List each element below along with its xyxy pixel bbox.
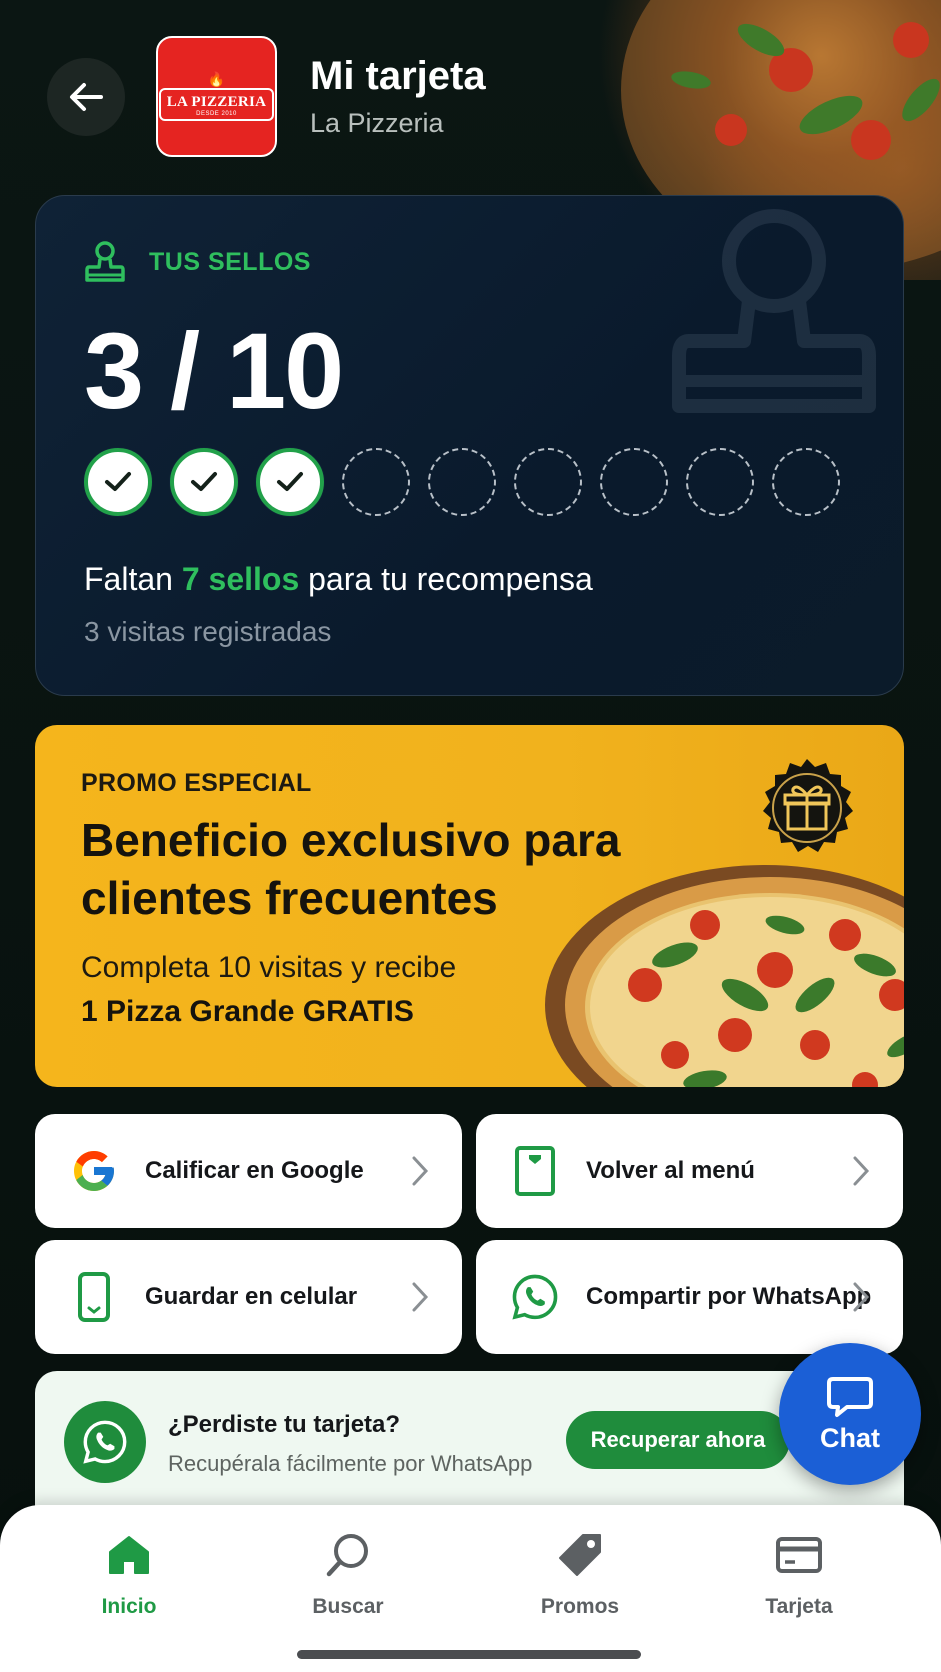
stamp-filled: [170, 448, 238, 516]
stamp-empty: [772, 448, 840, 516]
recover-now-button[interactable]: Recuperar ahora: [566, 1411, 790, 1469]
chat-label: Chat: [820, 1422, 880, 1453]
gift-badge-icon: [763, 759, 853, 852]
nav-item-buscar[interactable]: Buscar: [278, 1529, 418, 1619]
restaurant-logo: 🔥 LA PIZZERIA DESDE 2010: [156, 36, 277, 157]
share-whatsapp-button[interactable]: Compartir por WhatsApp: [476, 1240, 903, 1354]
card-icon: [776, 1537, 822, 1573]
stamp-empty: [342, 448, 410, 516]
page-subtitle: La Pizzeria: [310, 108, 444, 138]
chevron-right-icon: [412, 1156, 429, 1186]
checkmark-icon: [105, 472, 131, 491]
recover-title: ¿Perdiste tu tarjeta?: [168, 1411, 401, 1438]
promo-card[interactable]: PROMO ESPECIAL Beneficio exclusivo para …: [35, 725, 904, 1087]
home-icon: [109, 1536, 149, 1574]
whatsapp-badge: [64, 1401, 146, 1483]
promo-description: Completa 10 visitas y recibe: [81, 951, 457, 984]
stamp-empty: [600, 448, 668, 516]
action-label: Compartir por WhatsApp: [586, 1283, 872, 1310]
chevron-right-icon: [412, 1282, 429, 1312]
pizza-image: [545, 865, 904, 1087]
recover-subtitle: Recupérala fácilmente por WhatsApp: [168, 1451, 533, 1476]
whatsapp-icon: [512, 1274, 558, 1320]
promo-reward: 1 Pizza Grande GRATIS: [81, 995, 414, 1028]
whatsapp-icon: [83, 1420, 127, 1464]
stamp-icon: [85, 241, 125, 282]
checkmark-icon: [277, 472, 303, 491]
stamp-filled: [84, 448, 152, 516]
stamp-progress: [84, 448, 840, 516]
home-indicator: [297, 1650, 641, 1659]
app-screen: 🔥 LA PIZZERIA DESDE 2010 Mi tarjeta La P…: [0, 0, 941, 1672]
checkmark-icon: [191, 472, 217, 491]
tag-icon: [559, 1534, 601, 1576]
stamps-count: 3 / 10: [84, 310, 344, 431]
phone-icon: [78, 1272, 110, 1322]
chevron-right-icon: [853, 1156, 870, 1186]
rate-google-button[interactable]: Calificar en Google: [35, 1114, 462, 1228]
action-label: Guardar en celular: [145, 1283, 358, 1310]
stamps-label: TUS SELLOS: [149, 248, 311, 276]
stamp-empty: [428, 448, 496, 516]
stamp-empty: [514, 448, 582, 516]
back-button[interactable]: [47, 58, 125, 136]
chevron-right-icon: [853, 1282, 870, 1312]
page-title: Mi tarjeta: [310, 54, 486, 98]
back-to-menu-button[interactable]: Volver al menú: [476, 1114, 903, 1228]
save-to-phone-button[interactable]: Guardar en celular: [35, 1240, 462, 1354]
menu-card-icon: [515, 1146, 555, 1196]
stamp-filled: [256, 448, 324, 516]
chat-button[interactable]: Chat: [779, 1343, 921, 1485]
promo-eyebrow: PROMO ESPECIAL: [81, 769, 312, 797]
flame-icon: 🔥: [207, 71, 226, 87]
action-label: Calificar en Google: [145, 1157, 364, 1184]
stamps-remaining-text: Faltan 7 sellos para tu recompensa: [84, 561, 593, 597]
stamp-watermark-icon: [672, 209, 876, 413]
nav-item-tarjeta[interactable]: Tarjeta: [729, 1529, 869, 1619]
nav-item-inicio[interactable]: Inicio: [59, 1529, 199, 1619]
stamp-card: TUS SELLOS 3 / 10 Faltan 7 sellos para t…: [35, 195, 904, 696]
chat-bubble-icon: [827, 1376, 873, 1417]
stamp-empty: [686, 448, 754, 516]
search-icon: [326, 1534, 368, 1577]
arrow-left-icon: [70, 83, 103, 111]
action-label: Volver al menú: [586, 1157, 755, 1184]
bottom-navigation: Inicio Buscar Promos Tarjeta: [0, 1505, 941, 1672]
google-icon: [74, 1151, 114, 1191]
visits-count-text: 3 visitas registradas: [84, 616, 332, 647]
nav-item-promos[interactable]: Promos: [510, 1529, 650, 1619]
stamps-remaining-count: 7 sellos: [181, 561, 300, 597]
